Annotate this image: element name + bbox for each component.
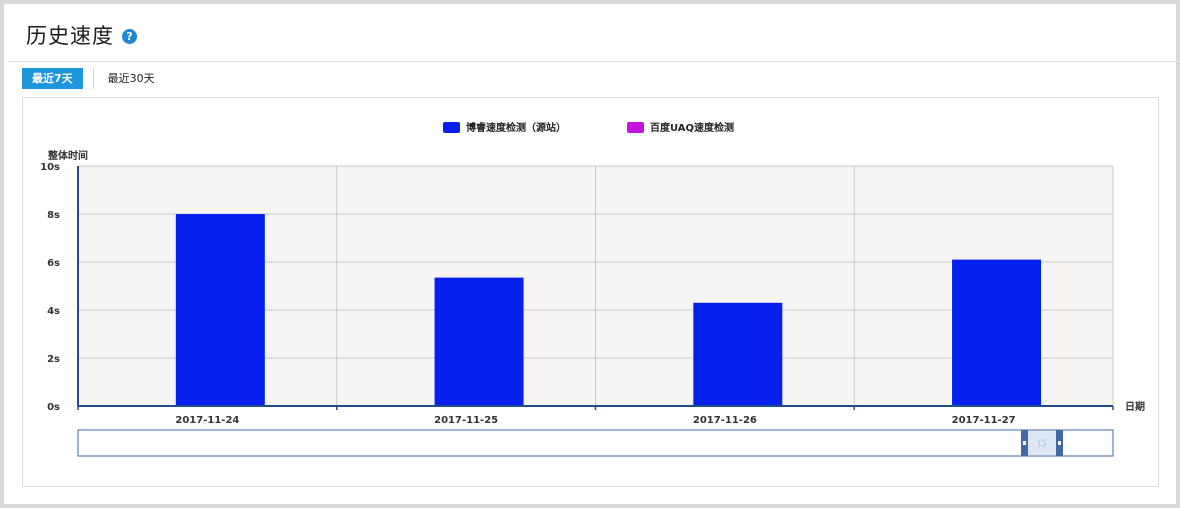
x-tick-label: 2017-11-26 xyxy=(693,415,757,426)
range-tabs: 最近7天 最近30天 xyxy=(22,67,165,89)
y-tick-label: 0s xyxy=(47,402,60,413)
question-circle-icon[interactable]: ? xyxy=(122,28,137,44)
handle-grip-icon xyxy=(1058,441,1061,445)
legend-label: 博睿速度检测（源站） xyxy=(466,121,566,134)
x-tick-label: 2017-11-24 xyxy=(175,415,239,426)
tab-last-30-days[interactable]: 最近30天 xyxy=(98,68,165,89)
y-tick-label: 6s xyxy=(47,258,60,269)
legend-swatch[interactable] xyxy=(443,122,460,133)
bar[interactable] xyxy=(434,277,524,406)
range-navigator[interactable] xyxy=(77,429,1114,457)
tab-divider xyxy=(92,67,94,89)
y-tick-label: 2s xyxy=(47,354,60,365)
x-tick-label: 2017-11-25 xyxy=(434,415,498,426)
x-tick-label: 2017-11-27 xyxy=(952,415,1016,426)
chart-panel: 博睿速度检测（源站） 百度UAQ速度检测 0s 2s 4s 6s 8s 10s 2017-11-… xyxy=(22,97,1159,487)
range-window[interactable] xyxy=(1027,431,1059,455)
legend-label: 百度UAQ速度检测 xyxy=(650,121,734,134)
y-axis-title: 整体时间 xyxy=(47,149,88,162)
x-axis-title: 日期 xyxy=(1125,400,1145,413)
bar[interactable] xyxy=(693,302,783,406)
page-title: 历史速度 xyxy=(26,23,114,48)
widget-header: 历史速度 ? xyxy=(8,8,1180,62)
handle-grip-icon xyxy=(1023,441,1026,445)
legend-swatch[interactable] xyxy=(627,122,644,133)
y-tick-label: 10s xyxy=(40,162,60,173)
bar-chart: 博睿速度检测（源站） 百度UAQ速度检测 0s 2s 4s 6s 8s 10s 2017-11-… xyxy=(40,121,1145,457)
y-tick-label: 4s xyxy=(47,306,60,317)
bar[interactable] xyxy=(952,259,1042,406)
bar[interactable] xyxy=(175,214,265,406)
tab-last-7-days[interactable]: 最近7天 xyxy=(22,67,83,89)
y-tick-label: 8s xyxy=(47,210,60,221)
